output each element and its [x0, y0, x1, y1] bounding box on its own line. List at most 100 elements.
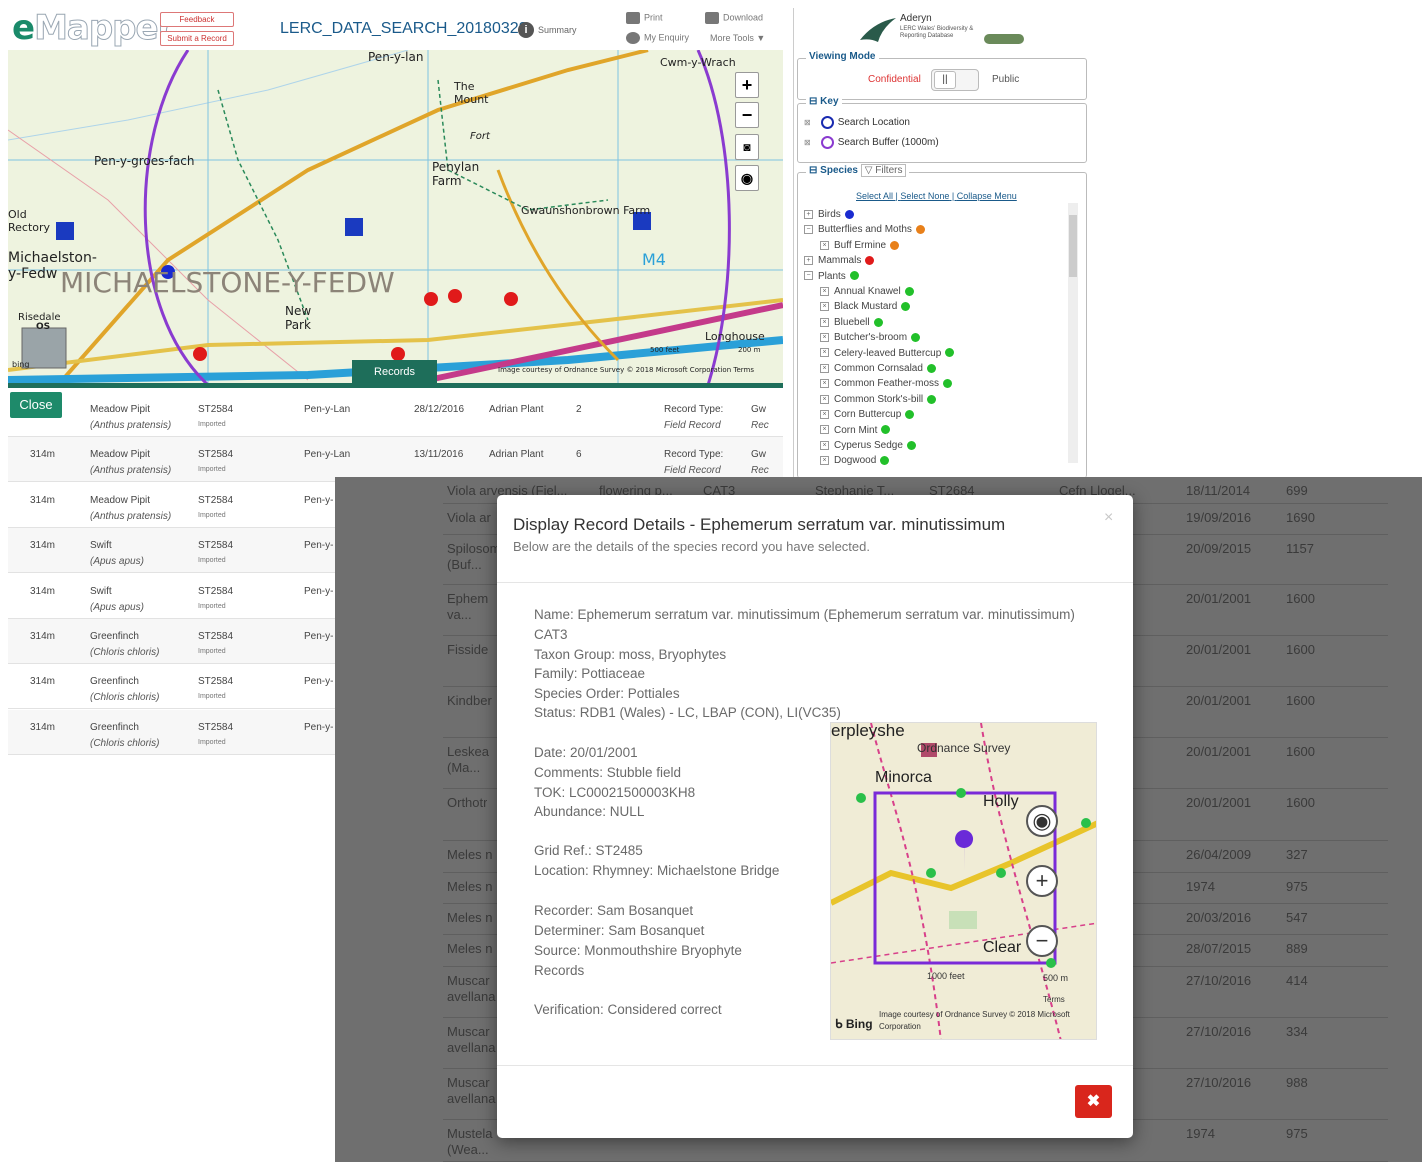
species-legend: ⊟ Species ▽ Filters [806, 164, 910, 177]
select-none-link[interactable]: Select None [900, 191, 949, 201]
toggle-box-icon[interactable]: × [820, 317, 829, 327]
screenshot-icon[interactable]: ◙ [735, 134, 759, 160]
grid-ref: ST2584 [198, 449, 234, 461]
table-cell: Muscar [447, 1024, 490, 1039]
table-cell: 975 [1286, 879, 1308, 894]
toggle-box-icon[interactable]: × [820, 394, 829, 404]
species-group-item[interactable]: − Plants [804, 271, 859, 282]
detail-line: Records [534, 963, 585, 978]
zoom-out-button[interactable]: − [1026, 925, 1058, 957]
record-details-modal: Display Record Details - Ephemerum serra… [497, 495, 1133, 1138]
filters-button[interactable]: ▽ Filters [860, 164, 907, 177]
species-scrollbar[interactable] [1068, 203, 1078, 463]
location: Pen-y- [304, 721, 334, 733]
circle-icon [820, 136, 834, 149]
toggle-box-icon[interactable]: × [820, 440, 829, 450]
record-mini-map[interactable]: erpleyshe Minorca Holly Clear Ordnance S… [830, 722, 1097, 1040]
species-group-item[interactable]: + Mammals [804, 255, 875, 266]
species-item[interactable]: × Common Cornsalad [820, 363, 936, 374]
table-cell: 699 [1286, 483, 1308, 498]
species-item[interactable]: × Bluebell [820, 317, 883, 328]
locate-icon[interactable]: ◉ [735, 165, 759, 191]
feedback-button[interactable]: Feedback [160, 12, 234, 27]
map-label: Fort [470, 131, 490, 142]
toggle-box-icon[interactable]: + [804, 209, 813, 219]
table-cell: 20/03/2016 [1186, 910, 1252, 925]
submit-record-button[interactable]: Submit a Record [160, 31, 234, 46]
main-map[interactable]: Pen-y-lan Cwm-y-Wrach The Mount Fort Pen… [8, 50, 783, 385]
scroll-thumb[interactable] [1069, 215, 1077, 277]
table-cell: 327 [1286, 847, 1308, 862]
detail-line: Status: RDB1 (Wales) - LC, LBAP (CON), L… [534, 705, 841, 720]
toggle-box-icon[interactable]: × [820, 348, 829, 358]
key-item-search-location[interactable]: ⊠ Search Location [804, 116, 910, 129]
bing-logo: ᑲ Bing [835, 1017, 873, 1031]
table-row[interactable]: Meadow Pipit (Anthus pratensis) ST2584 Impo… [8, 392, 783, 437]
detail-line: CAT3 [534, 627, 568, 642]
record-distance: 314m [30, 449, 56, 461]
toggle-box-icon[interactable]: × [820, 302, 829, 312]
species-item[interactable]: × Celery-leaved Buttercup [820, 348, 955, 359]
species-color-dot [881, 425, 891, 435]
species-item[interactable]: × Cyperus Sedge [820, 440, 916, 451]
print-button[interactable]: Print [626, 12, 663, 24]
count: 6 [576, 449, 582, 461]
zoom-out-button[interactable]: − [735, 102, 759, 128]
viewing-mode-toggle[interactable]: || [931, 69, 979, 91]
toggle-box-icon[interactable]: × [820, 240, 829, 250]
toggle-box-icon[interactable]: × [820, 286, 829, 296]
species-item[interactable]: × Corn Mint [820, 425, 891, 436]
table-cell: avellana [447, 1091, 496, 1106]
toggle-box-icon[interactable]: − [804, 225, 813, 235]
select-all-link[interactable]: Select All [856, 191, 893, 201]
download-button[interactable]: Download [705, 12, 763, 24]
species-item[interactable]: × Black Mustard [820, 301, 911, 312]
species-item[interactable]: × Butcher's-broom [820, 332, 921, 343]
close-records-button[interactable]: Close [10, 392, 62, 418]
species-group-item[interactable]: + Birds [804, 209, 854, 220]
toggle-box-icon[interactable]: + [804, 256, 813, 266]
locate-icon[interactable]: ◉ [1026, 805, 1058, 837]
species-item[interactable]: × Buff Ermine [820, 240, 900, 251]
species-item[interactable]: × Dogwood [820, 455, 890, 466]
species-item[interactable]: × Annual Knawel [820, 286, 914, 297]
delete-record-button[interactable]: ✖ [1075, 1085, 1112, 1118]
toggle-box-icon[interactable]: × [820, 333, 829, 343]
modal-close-icon[interactable]: × [1104, 509, 1113, 527]
collapse-menu-link[interactable]: Collapse Menu [957, 191, 1017, 201]
table-cell: avellana [447, 989, 496, 1004]
toggle-box-icon[interactable]: × [820, 425, 829, 435]
species-color-dot [873, 317, 883, 327]
toggle-box-icon[interactable]: − [804, 271, 813, 281]
species-item[interactable]: × Common Stork's-bill [820, 394, 937, 405]
species-group-item[interactable]: − Butterflies and Moths [804, 224, 925, 235]
remove-icon: ⊠ [804, 118, 811, 128]
detail-line: Verification: Considered correct [534, 1002, 722, 1017]
records-tab[interactable]: Records [352, 360, 437, 384]
my-enquiry-button[interactable]: My Enquiry [626, 32, 689, 44]
summary-link[interactable]: Summary [538, 25, 577, 35]
toggle-box-icon[interactable]: × [820, 379, 829, 389]
terms-link[interactable]: Terms [1043, 995, 1065, 1004]
toggle-box-icon[interactable]: × [820, 410, 829, 420]
table-row[interactable]: 314m Meadow Pipit (Anthus pratensis) ST2584… [8, 437, 783, 483]
print-label: Print [644, 12, 663, 23]
zoom-in-button[interactable]: + [1026, 865, 1058, 897]
table-cell: Kindber [447, 693, 492, 708]
key-item-search-buffer[interactable]: ⊠ Search Buffer (1000m) [804, 136, 939, 149]
table-cell: avellana [447, 1040, 496, 1055]
more-tools-menu[interactable]: More Tools ▼ [710, 33, 765, 43]
zoom-in-button[interactable]: + [735, 72, 759, 98]
species-item[interactable]: × Common Feather-moss [820, 378, 953, 389]
location: Pen-y-Lan [304, 404, 351, 415]
toggle-box-icon[interactable]: × [820, 456, 829, 466]
table-cell: Meles n [447, 879, 493, 894]
table-cell: 26/04/2009 [1186, 847, 1252, 862]
toggle-box-icon[interactable]: × [820, 363, 829, 373]
table-cell: 1600 [1286, 642, 1315, 657]
detail-line: Date: 20/01/2001 [534, 745, 638, 760]
species-item[interactable]: × Corn Buttercup [820, 409, 915, 420]
info-icon[interactable]: i [518, 22, 534, 38]
detail-line: Taxon Group: moss, Bryophytes [534, 647, 727, 662]
species-color-dot [906, 440, 916, 450]
